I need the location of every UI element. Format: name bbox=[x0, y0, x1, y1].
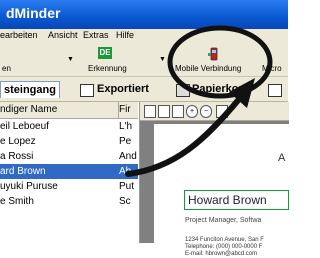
toolbar-left-label[interactable]: en bbox=[2, 64, 11, 73]
contact-company: Put bbox=[119, 181, 135, 192]
edit-icon[interactable] bbox=[216, 105, 228, 118]
column-header-company[interactable]: Fir bbox=[119, 102, 138, 119]
phone-tab-icon bbox=[268, 84, 282, 97]
tab-papierkorb[interactable]: Papierkorb bbox=[192, 81, 249, 97]
de-language-icon[interactable]: DE bbox=[98, 47, 112, 59]
contact-company: Ab bbox=[119, 166, 132, 177]
contact-company: Sc bbox=[119, 196, 131, 207]
micro-button[interactable]: Micro bbox=[262, 64, 282, 73]
tab-posteingang[interactable]: steingang bbox=[0, 81, 60, 98]
menu-item-hilfe[interactable]: Hilfe bbox=[116, 30, 134, 40]
list-item[interactable]: e Lopez Pe bbox=[0, 134, 138, 149]
contact-company: L'h bbox=[119, 121, 133, 132]
contact-name: uyuki Puruse bbox=[0, 181, 58, 192]
menu-item-ansicht[interactable]: Ansicht bbox=[48, 30, 78, 40]
address-line: Telephone: (000) 000-0000 F bbox=[185, 244, 263, 250]
zoom-in-icon[interactable]: + bbox=[186, 105, 198, 118]
column-header-name[interactable]: ndiger Name bbox=[0, 102, 119, 119]
tab-exportiert[interactable]: Exportiert bbox=[97, 81, 149, 97]
address-line: E-mail: hbrown@abcd.com bbox=[185, 251, 258, 257]
menu-item-bearbeiten[interactable]: earbeiten bbox=[0, 30, 38, 40]
zoom-out-icon[interactable]: − bbox=[200, 105, 212, 118]
mobile-phone-icon bbox=[208, 47, 218, 61]
contact-name: a Rossi bbox=[0, 151, 34, 162]
contact-name: e Smith bbox=[0, 196, 34, 207]
trash-icon bbox=[176, 84, 190, 97]
list-item[interactable]: uyuki Puruse Put bbox=[0, 179, 138, 194]
chevron-down-icon[interactable]: ▼ bbox=[159, 56, 166, 63]
menu-bar: earbeiten Ansicht Extras Hilfe bbox=[0, 29, 288, 43]
toolbar bbox=[0, 43, 288, 77]
preview-heading-letter: A bbox=[278, 152, 286, 164]
erkennung-button[interactable]: Erkennung bbox=[88, 64, 127, 73]
contact-name: eil Leboeuf bbox=[0, 121, 49, 132]
list-item[interactable]: e Smith Sc bbox=[0, 194, 138, 209]
card-preview-page: A Howard Brown Project Manager, Softwa 1… bbox=[154, 124, 289, 257]
contact-address: 1234 Funciton Avenue, San F Telephone: (… bbox=[185, 237, 264, 258]
window-title: dMinder bbox=[6, 5, 61, 21]
mobile-connection-button[interactable]: Mobile Verbindung bbox=[175, 64, 241, 73]
contact-name-field[interactable]: Howard Brown bbox=[184, 190, 289, 210]
preview-toolbar: + − bbox=[140, 102, 289, 121]
actual-size-icon[interactable] bbox=[172, 105, 184, 118]
list-item[interactable]: a Rossi And bbox=[0, 149, 138, 164]
contact-name: ard Brown bbox=[0, 166, 46, 177]
title-bar: dMinder bbox=[0, 0, 288, 29]
contact-list: ndiger Name Fir eil Leboeuf L'h e Lopez … bbox=[0, 102, 138, 243]
fit-width-icon[interactable] bbox=[158, 105, 170, 118]
list-item-selected[interactable]: ard Brown Ab bbox=[0, 164, 138, 179]
list-item[interactable]: eil Leboeuf L'h bbox=[0, 119, 138, 134]
contact-name: e Lopez bbox=[0, 136, 36, 147]
fit-page-icon[interactable] bbox=[144, 105, 156, 118]
contact-company: And bbox=[119, 151, 137, 162]
menu-item-extras[interactable]: Extras bbox=[83, 30, 109, 40]
preview-pane: + − A Howard Brown Project Manager, Soft… bbox=[139, 102, 289, 257]
chevron-down-icon[interactable]: ▼ bbox=[67, 56, 74, 63]
export-icon bbox=[80, 84, 94, 97]
contact-role: Project Manager, Softwa bbox=[185, 217, 262, 224]
contact-company: Pe bbox=[119, 136, 132, 147]
